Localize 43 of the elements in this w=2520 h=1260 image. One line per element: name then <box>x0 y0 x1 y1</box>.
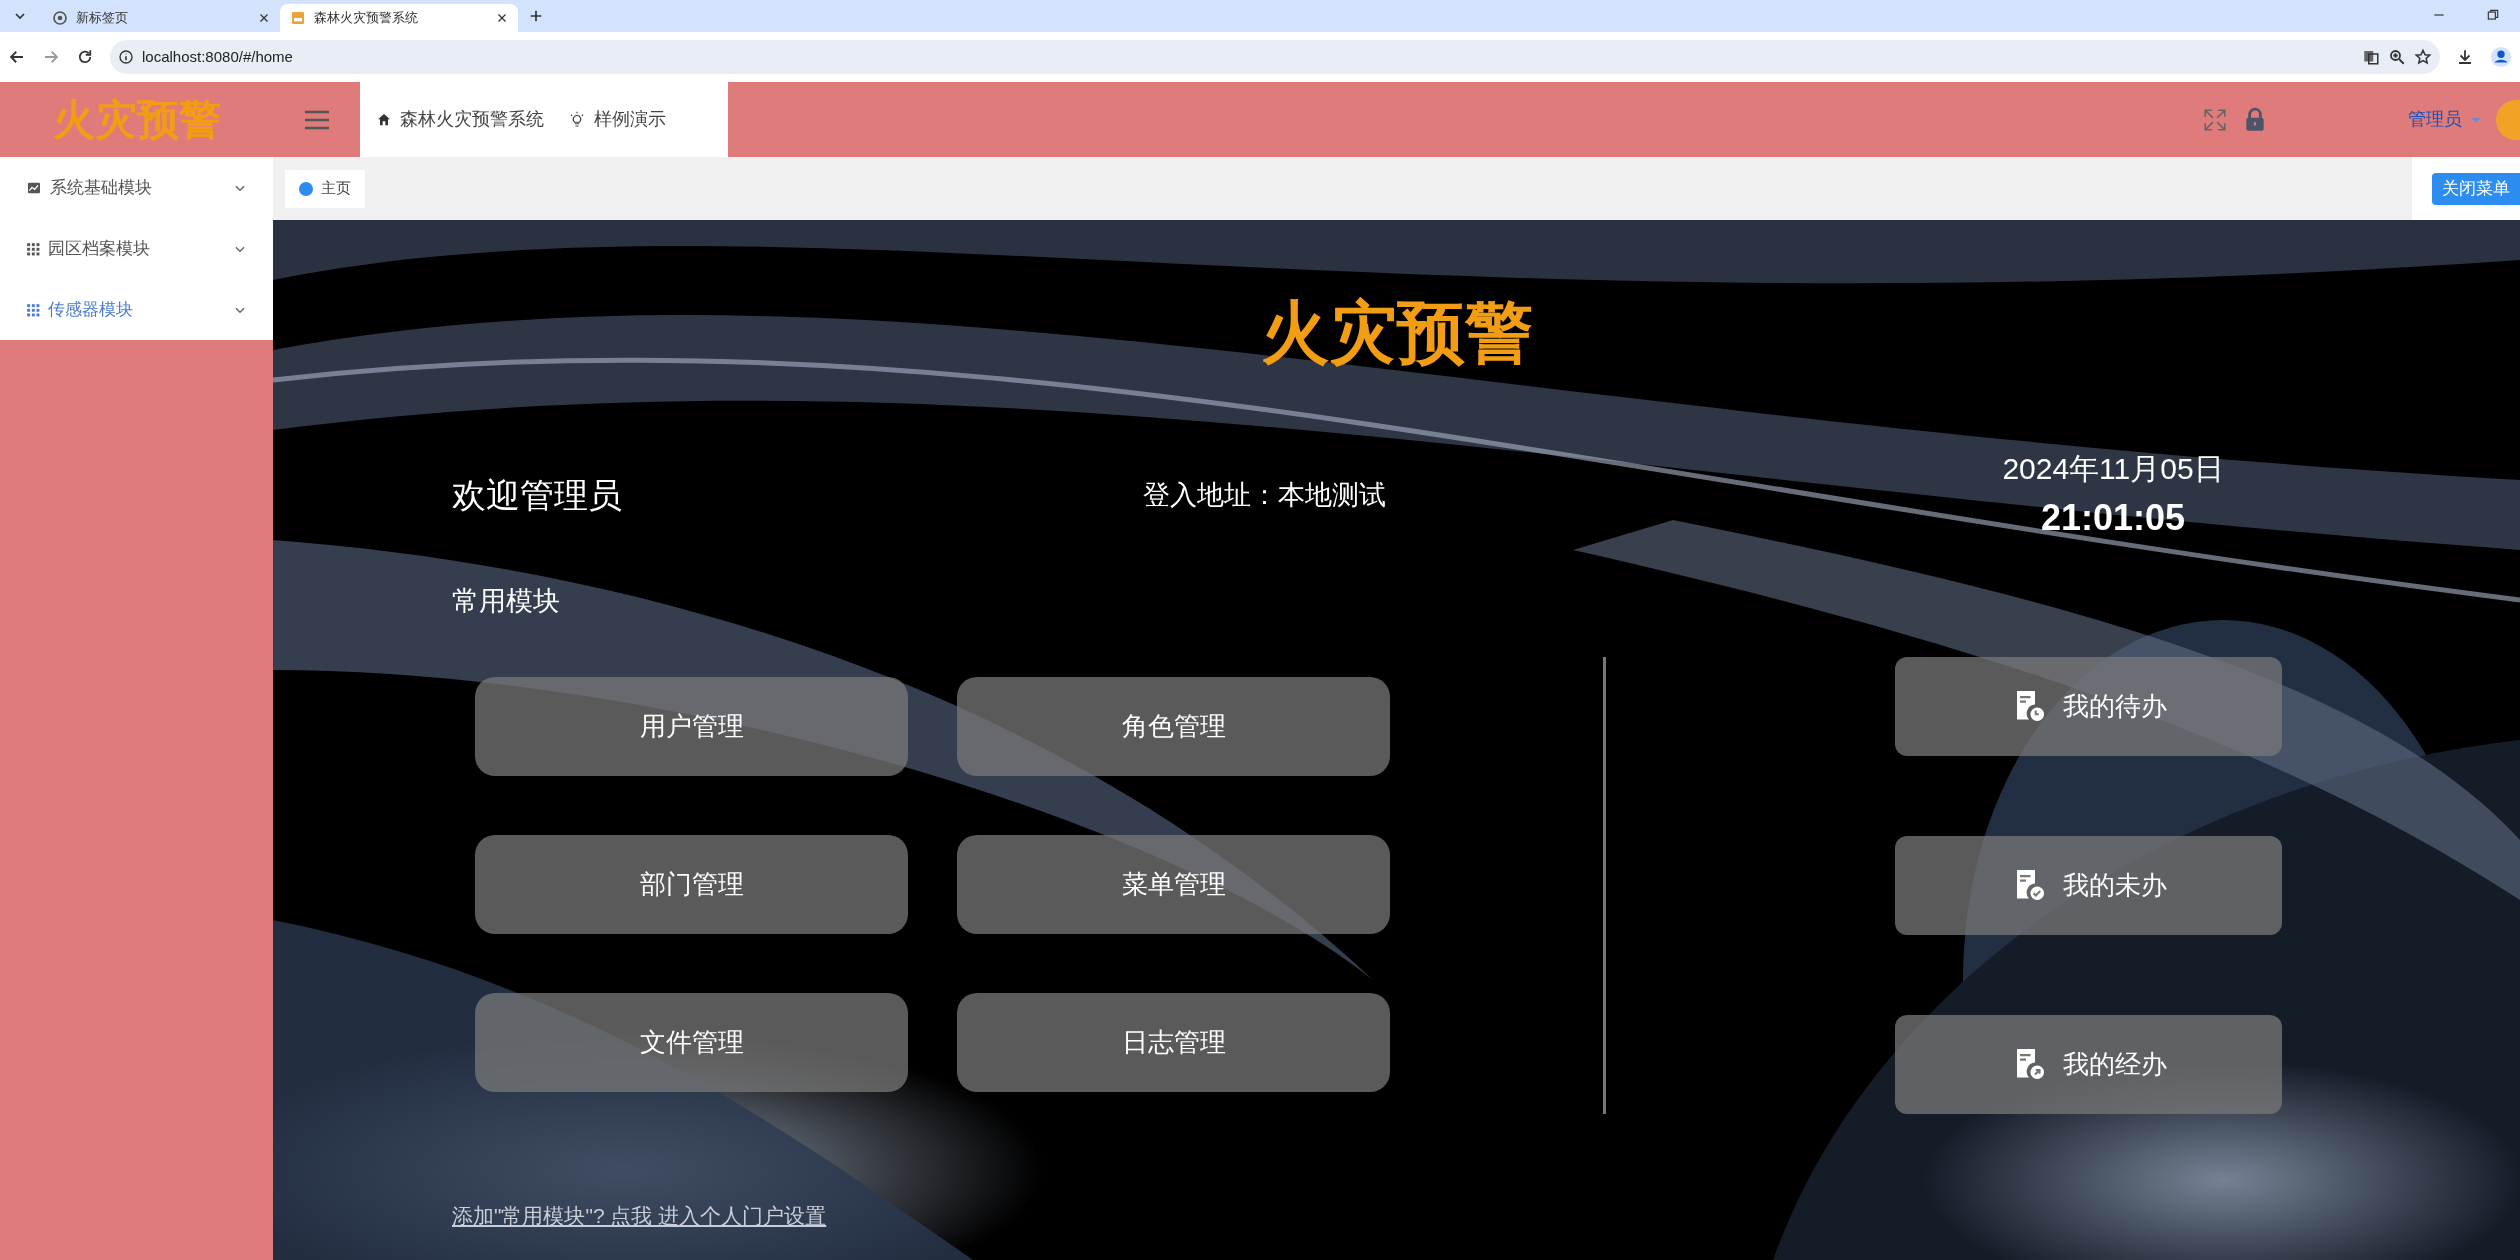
header-tab[interactable]: 样例演示 <box>594 106 666 133</box>
star-icon[interactable] <box>2414 48 2432 66</box>
module-button[interactable]: 角色管理 <box>957 676 1390 776</box>
date-text: 2024年11月05日 <box>2002 451 2224 487</box>
new-tab-icon[interactable] <box>528 8 544 24</box>
module-button[interactable]: 日志管理 <box>957 992 1390 1092</box>
translate-icon[interactable] <box>2362 48 2380 66</box>
restore-icon[interactable] <box>2486 8 2500 22</box>
download-icon[interactable] <box>2456 48 2474 66</box>
welcome-text: 欢迎管理员 <box>452 475 623 516</box>
close-icon[interactable] <box>496 12 508 24</box>
grid-icon <box>26 241 40 256</box>
back-icon[interactable] <box>8 48 26 66</box>
time-text: 21:01:05 <box>2040 496 2186 540</box>
module-button[interactable]: 部门管理 <box>475 834 908 934</box>
sidebar-item[interactable]: 园区档案模块 <box>0 218 273 279</box>
module-button[interactable]: 文件管理 <box>475 992 908 1092</box>
logo: 火灾预警 <box>51 94 222 145</box>
sidebar-item[interactable]: 传感器模块 <box>0 279 273 340</box>
login-address: 登入地址：本地测试 <box>1143 479 1387 513</box>
bulb-icon <box>568 110 586 129</box>
task-button[interactable]: 我的未办 <box>1895 835 2282 935</box>
close-icon[interactable] <box>258 12 270 24</box>
module-button[interactable]: 用户管理 <box>475 676 908 776</box>
forward-icon[interactable] <box>42 48 60 66</box>
reload-icon[interactable] <box>76 48 94 66</box>
section-title: 常用模块 <box>452 585 561 618</box>
browser-tab[interactable]: 新标签页 <box>42 4 280 32</box>
grid-icon <box>26 302 40 317</box>
home-icon <box>376 111 392 128</box>
profile-icon[interactable] <box>2490 46 2512 68</box>
zoom-icon[interactable] <box>2388 48 2406 66</box>
browser-tab[interactable]: 森林火灾预警系统 <box>280 4 518 32</box>
info-icon[interactable] <box>118 49 134 65</box>
title-logo: 火灾预警 <box>1259 293 1534 372</box>
page-tag[interactable]: 主页 <box>285 169 365 208</box>
header-tab[interactable]: 森林火灾预警系统 <box>400 106 544 133</box>
task-button[interactable]: 我的经办 <box>1895 1014 2282 1114</box>
sidebar-item[interactable]: 系统基础模块 <box>0 157 273 218</box>
page-icon <box>290 10 306 26</box>
module-button[interactable]: 菜单管理 <box>957 834 1390 934</box>
task-button[interactable]: 我的待办 <box>1895 656 2282 756</box>
portal-settings-link[interactable]: 添加"常用模块"? 点我 进入个人门户设置 <box>452 1199 827 1231</box>
